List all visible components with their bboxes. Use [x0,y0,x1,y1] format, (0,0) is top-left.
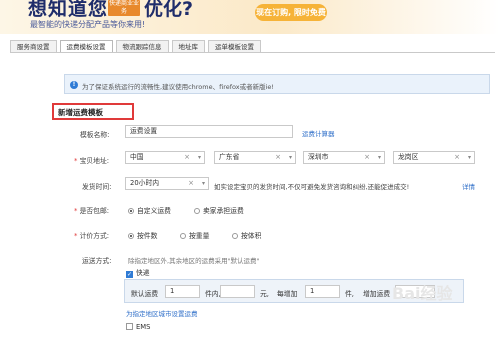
radio-by-count[interactable]: 按件数 [128,230,157,240]
country-select[interactable]: 中国 × ▾ [125,151,205,164]
clear-icon[interactable]: × [364,152,370,163]
chevron-down-icon: ▾ [377,154,381,161]
each-add-label: 每增加 [277,290,298,298]
promo-banner[interactable]: 想知道您 快递商业业务 优化? 最智能的快递分配产品等你来用! 现在订购, 限时… [0,0,500,34]
city-select[interactable]: 深圳市 × ▾ [303,151,385,164]
banner-order-button[interactable]: 现在订购, 限时免费 [255,4,327,21]
add-fee-label: 增加运费 [363,290,391,298]
section-title-box: 新增运费模板 [52,103,134,120]
clear-icon[interactable]: × [184,152,190,163]
district-select[interactable]: 龙岗区 × ▾ [393,151,475,164]
shipping-method-hint: 除指定地区外,其余地区的运费采用"默认运费" [128,257,260,265]
ship-time-label: 发货时间: [82,183,112,191]
shipping-method-label: 运送方式: [82,257,112,265]
unit-label-2: 件, [345,290,354,298]
default-fee-label: 默认运费 [131,290,159,298]
radio-seller-pays[interactable]: 卖家承担运费 [194,205,244,215]
ship-time-select[interactable]: 20小时内 × ▾ [125,177,209,190]
radio-by-weight[interactable]: 按重量 [180,230,209,240]
chevron-down-icon: ▾ [467,154,471,161]
clear-icon[interactable]: × [188,178,194,189]
first-count-input[interactable]: 1 [165,285,200,298]
specify-region-fee-link[interactable]: 为指定地区城市设置运费 [126,308,198,318]
browser-notice: ! 为了保证系统运行的流畅性,建议使用chrome、firefox或者新版ie! [64,74,490,94]
ship-time-hint: 如实设定宝贝的发货时间,不仅可避免发货咨询和纠纷,还能促进成交! [214,183,410,191]
province-select[interactable]: 广东省 × ▾ [214,151,296,164]
clear-icon[interactable]: × [454,152,460,163]
add-count-input[interactable]: 1 [305,285,340,298]
tab-divider [10,52,495,53]
banner-headline-2: 优化? [144,0,194,20]
chevron-down-icon: ▾ [197,154,201,161]
ems-checkbox[interactable]: EMS [126,323,150,331]
clear-icon[interactable]: × [275,152,281,163]
banner-tag: 快递商业业务 [108,0,140,16]
banner-subtitle: 最智能的快递分配产品等你来用! [30,20,146,29]
freight-calculator-link[interactable]: 运费计算器 [302,128,335,138]
free-shipping-label: * 是否包邮: [74,207,110,215]
chevron-down-icon: ▾ [201,180,205,187]
notice-text: 为了保证系统运行的流畅性,建议使用chrome、firefox或者新版ie! [82,83,275,91]
origin-label: * 宝贝地址: [74,157,110,165]
template-name-input[interactable]: 运费设置 [125,125,293,138]
yuan-label: 元, [260,290,269,298]
unit-label: 件内, [205,290,221,298]
banner-headline: 想知道您 [28,0,109,20]
radio-by-volume[interactable]: 按体积 [232,230,261,240]
section-title: 新增运费模板 [58,108,103,117]
radio-custom-freight[interactable]: 自定义运费 [128,205,171,215]
info-icon: ! [70,81,78,89]
ship-time-details-link[interactable]: 详情 [462,181,475,191]
template-name-label: 模板名称: [80,131,110,139]
pricing-method-label: * 计价方式: [74,232,110,240]
express-checkbox[interactable]: ✓ 快递 [126,267,150,278]
chevron-down-icon: ▾ [288,154,292,161]
watermark: Bai经验 [392,284,453,303]
first-fee-input[interactable] [220,285,255,298]
